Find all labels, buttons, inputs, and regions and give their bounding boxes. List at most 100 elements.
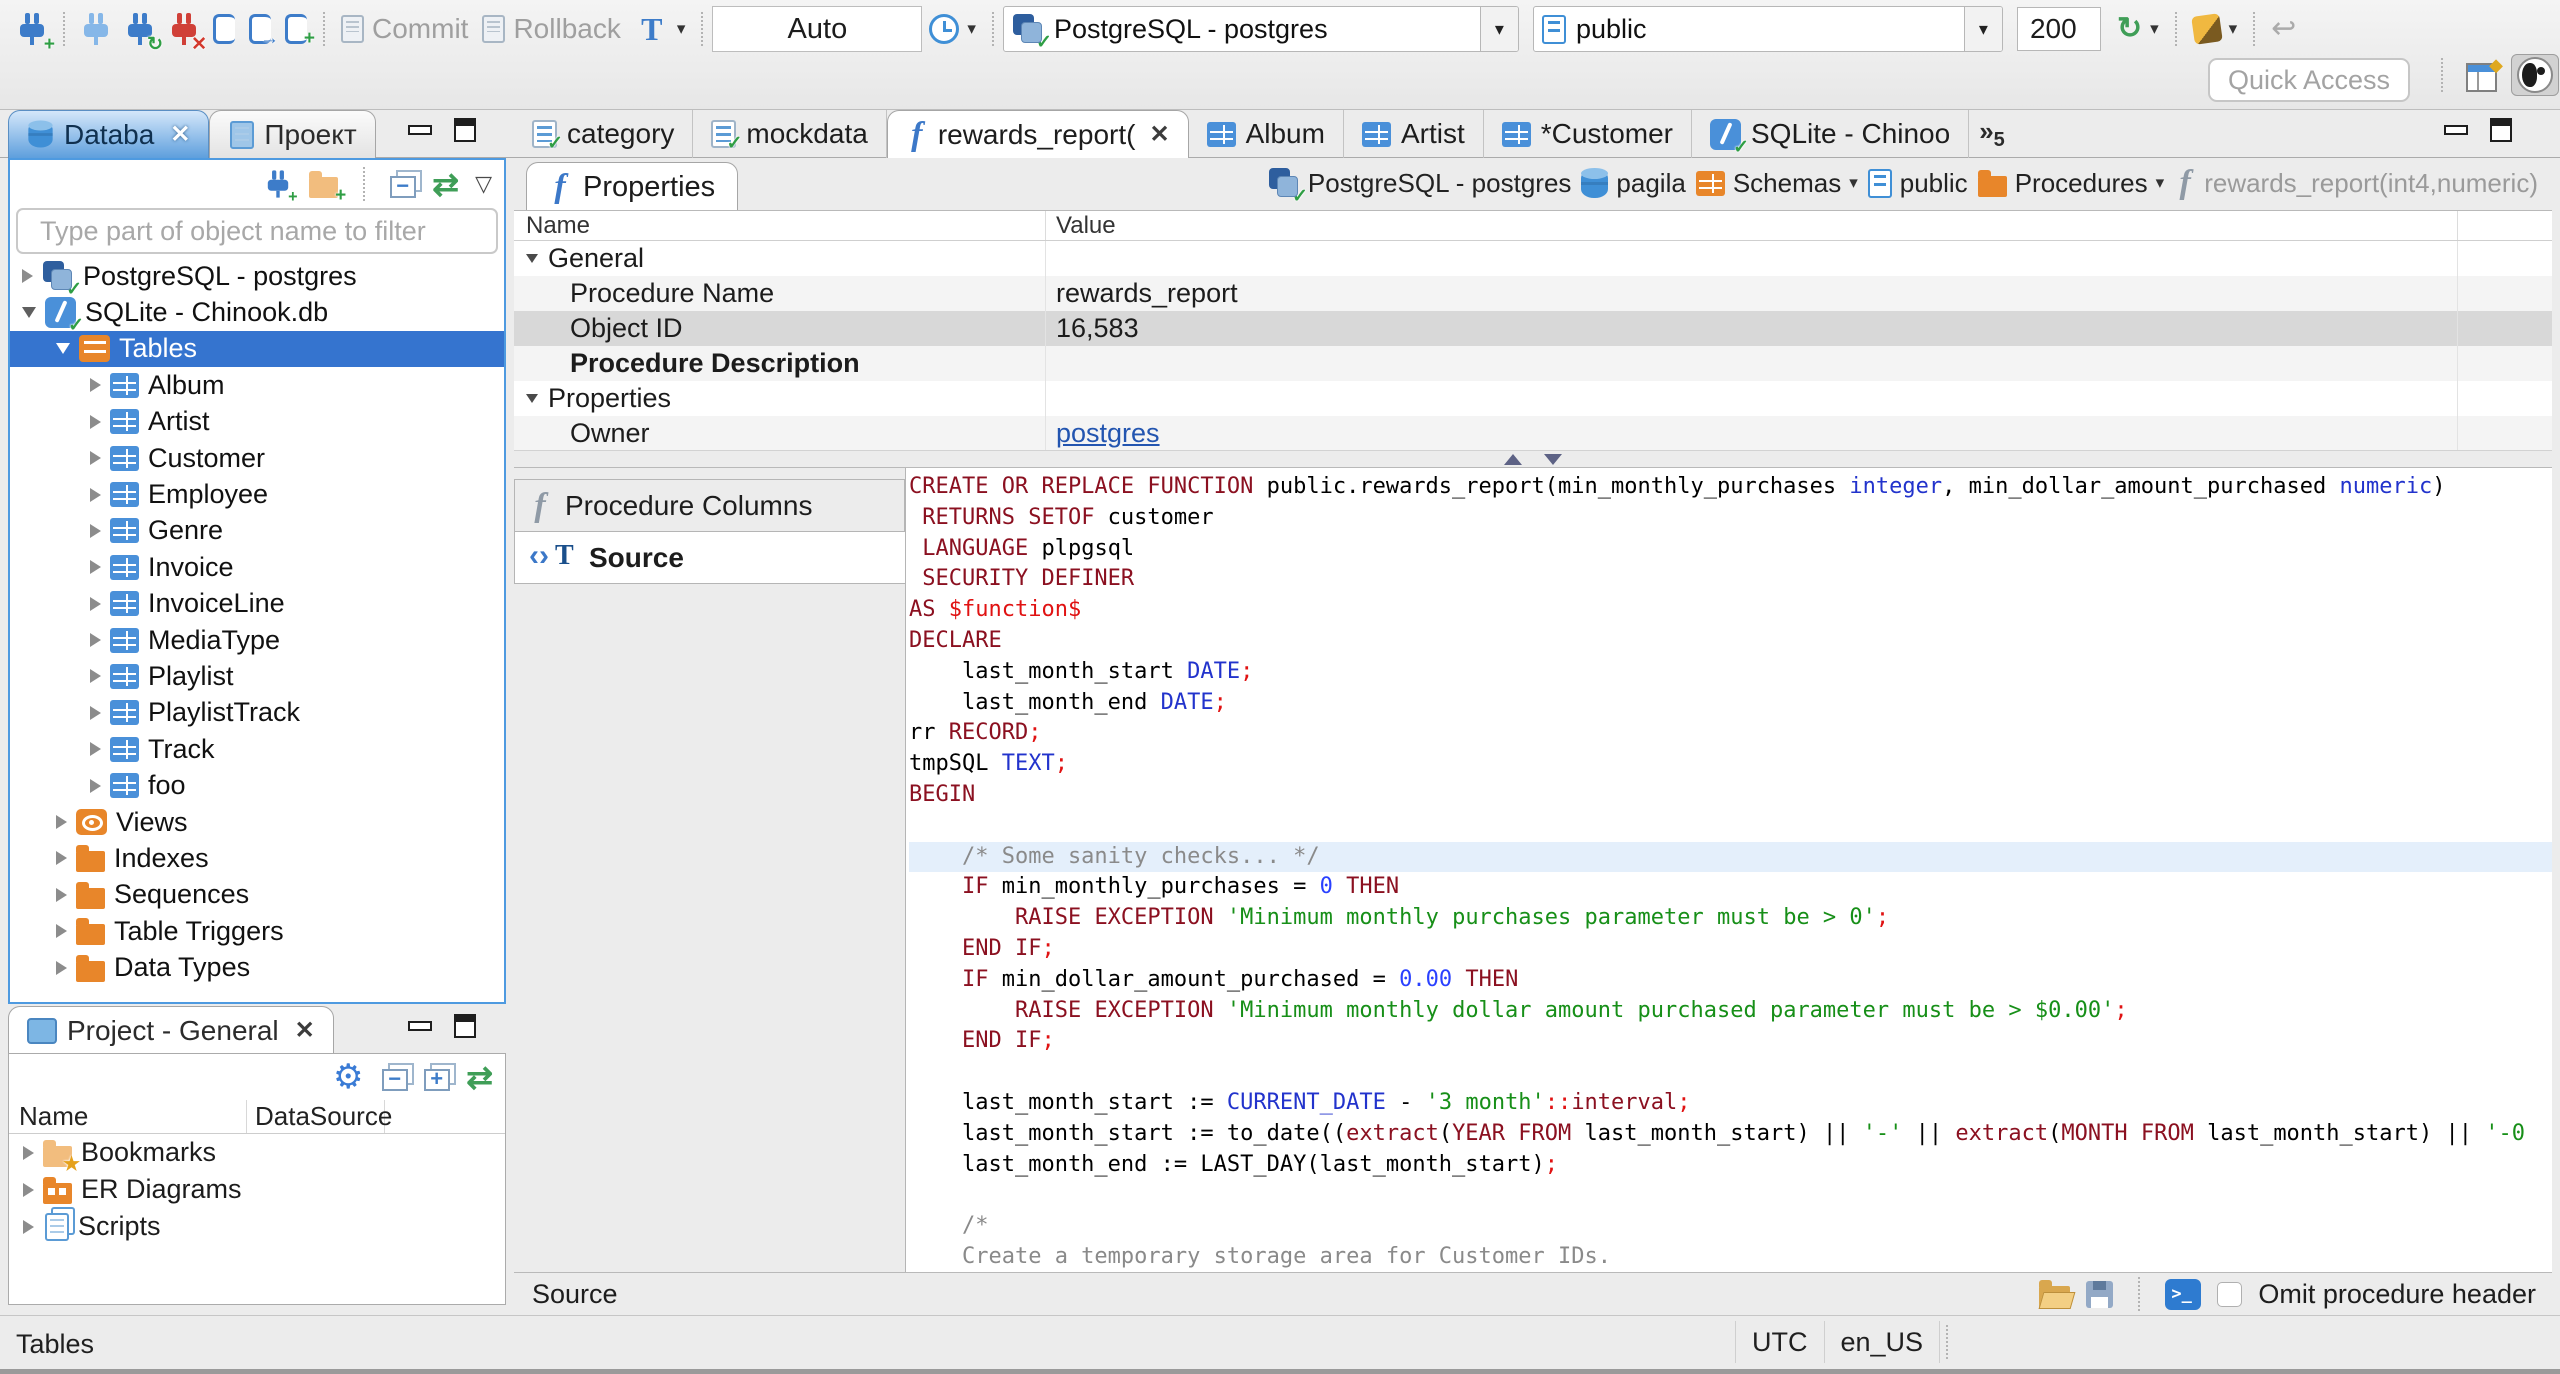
link-with-editor-icon[interactable]: ⇄ (466, 1061, 493, 1093)
tree-item-indexes[interactable]: Indexes (10, 840, 504, 876)
detail-tab-procedure-columns[interactable]: f Procedure Columns (514, 479, 905, 532)
maximize-panel-icon[interactable] (454, 1014, 476, 1038)
expand-all-icon[interactable] (424, 1068, 451, 1091)
expand-up-icon[interactable] (1504, 453, 1522, 465)
editor-tab-mockdata[interactable]: ✓ mockdata (693, 110, 887, 158)
expand-arrow-icon[interactable] (90, 633, 101, 648)
dbeaver-perspective-button[interactable] (2511, 54, 2559, 96)
expand-arrow-icon[interactable] (90, 523, 101, 538)
property-row-owner[interactable]: Owner postgres (514, 416, 2552, 451)
collapse-arrow-icon[interactable] (526, 254, 538, 263)
status-timezone[interactable]: UTC (1735, 1321, 1825, 1363)
quick-access-input[interactable]: Quick Access (2208, 58, 2410, 102)
collapse-arrow-icon[interactable] (56, 343, 70, 355)
property-row-procedure-description[interactable]: Procedure Description (514, 346, 2552, 381)
breadcrumb-public[interactable]: public (1867, 168, 1968, 199)
dropdown-arrow-icon[interactable]: ▾ (1849, 173, 1858, 193)
omit-procedure-header-checkbox[interactable] (2217, 1281, 2243, 1307)
editor-tab-sqlite-chinoo[interactable]: ✓ SQLite - Chinoo (1692, 110, 1970, 158)
active-schema-combo[interactable]: public ▾ (1532, 6, 2003, 52)
tree-item-postgresql-postgres[interactable]: ✓ PostgreSQL - postgres (10, 258, 504, 299)
tree-item-tables[interactable]: Tables (10, 330, 504, 368)
project-item-bookmarks[interactable]: ★ Bookmarks (9, 1134, 505, 1174)
dropdown-arrow-icon[interactable]: ▾ (677, 19, 686, 39)
expand-arrow-icon[interactable] (90, 596, 101, 611)
column-header-name[interactable]: Name (9, 1100, 247, 1133)
expand-arrow-icon[interactable] (90, 487, 101, 502)
tab-database-navigator[interactable]: Databa ✕ (8, 110, 210, 158)
close-icon[interactable]: ✕ (295, 1016, 315, 1045)
editor-tab-customer[interactable]: *Customer (1484, 110, 1692, 158)
connection-combo-arrow[interactable]: ▾ (1479, 7, 1518, 51)
reconnect-button[interactable]: ↻ (125, 11, 163, 54)
rollback-button[interactable]: Rollback (482, 13, 621, 45)
collapse-arrow-icon[interactable] (526, 394, 538, 403)
column-header-value[interactable]: Value (1046, 211, 2458, 240)
expand-arrow-icon[interactable] (90, 451, 101, 466)
open-console-icon[interactable] (2165, 1278, 2202, 1310)
new-sql-editor-button[interactable]: + (285, 14, 315, 48)
property-value-link[interactable]: postgres (1056, 418, 1160, 449)
editor-tab-rewards-report[interactable]: f rewards_report(✕ (886, 110, 1189, 158)
breadcrumb-postgresql-postgres[interactable]: ✓ PostgreSQL - postgres (1268, 167, 1571, 206)
tab-project-general[interactable]: Project - General ✕ (8, 1006, 334, 1054)
gear-icon[interactable]: ⚙ (330, 1060, 366, 1094)
save-source-icon[interactable] (2086, 1280, 2114, 1308)
compare-highlight-button[interactable]: ▾ (2190, 13, 2238, 45)
previous-transactions-button[interactable]: ▾ (929, 14, 976, 44)
splitter-sash[interactable] (514, 450, 2552, 468)
schema-combo-arrow[interactable]: ▾ (1963, 7, 2002, 51)
source-code-viewer[interactable]: CREATE OR REPLACE FUNCTION public.reward… (905, 468, 2552, 1272)
sql-editor-button[interactable] (213, 14, 235, 44)
maximize-panel-icon[interactable] (454, 118, 476, 142)
transaction-log-button[interactable]: T ▾ (635, 12, 686, 46)
project-item-er-diagrams[interactable]: ER Diagrams (9, 1171, 505, 1208)
open-perspective-icon[interactable]: ◆ (2466, 55, 2503, 92)
connect-button[interactable] (81, 11, 111, 47)
breadcrumb-pagila[interactable]: pagila (1581, 167, 1686, 199)
tree-item-sqlite-chinook-db[interactable]: ✓ SQLite - Chinook.db (10, 294, 504, 335)
expand-arrow-icon[interactable] (23, 1219, 34, 1234)
breadcrumb-rewards-report-int4-numeric[interactable]: f rewards_report(int4,numeric) (2174, 166, 2538, 200)
expand-arrow-icon[interactable] (22, 269, 33, 284)
dropdown-arrow-icon[interactable]: ▾ (2229, 19, 2238, 39)
transaction-mode-combo[interactable]: Auto (712, 6, 923, 52)
refresh-button[interactable]: ↻ ▾ (2117, 14, 2159, 44)
new-folder-icon[interactable]: + (309, 171, 346, 205)
tree-item-artist[interactable]: Artist (10, 404, 504, 440)
dropdown-arrow-icon[interactable]: ▾ (2156, 173, 2165, 193)
expand-arrow-icon[interactable] (56, 851, 67, 866)
load-source-icon[interactable] (2039, 1279, 2071, 1309)
minimize-editor-icon[interactable] (2444, 125, 2468, 135)
dropdown-arrow-icon[interactable]: ▾ (967, 19, 976, 39)
tree-item-sequences[interactable]: Sequences (10, 877, 504, 913)
tab-projects[interactable]: Проект (209, 110, 376, 158)
editor-tab-artist[interactable]: Artist (1344, 110, 1484, 158)
project-item-scripts[interactable]: Scripts (9, 1208, 505, 1245)
minimize-panel-icon[interactable] (408, 125, 432, 135)
tree-item-playlist[interactable]: Playlist (10, 658, 504, 694)
tab-overflow-indicator[interactable]: »5 (1969, 116, 2015, 152)
navigator-filter-input[interactable]: Type part of object name to filter (16, 208, 498, 254)
close-icon[interactable]: ✕ (1149, 120, 1169, 149)
tree-item-views[interactable]: Views (10, 804, 504, 840)
active-connection-combo[interactable]: ✓ PostgreSQL - postgres ▾ (1002, 6, 1519, 52)
tree-item-foo[interactable]: foo (10, 767, 504, 803)
close-icon[interactable]: ✕ (170, 120, 190, 149)
expand-arrow-icon[interactable] (23, 1182, 34, 1197)
expand-arrow-icon[interactable] (56, 887, 67, 902)
minimize-panel-icon[interactable] (408, 1021, 432, 1031)
collapse-arrow-icon[interactable] (22, 307, 36, 319)
expand-arrow-icon[interactable] (56, 815, 67, 830)
tree-item-playlisttrack[interactable]: PlaylistTrack (10, 695, 504, 731)
expand-arrow-icon[interactable] (90, 414, 101, 429)
open-sql-script-button[interactable]: → (249, 14, 279, 48)
undo-button[interactable]: ↩ (2271, 14, 2296, 44)
breadcrumb-schemas[interactable]: Schemas ▾ (1695, 168, 1858, 199)
expand-arrow-icon[interactable] (56, 924, 67, 939)
tree-item-album[interactable]: Album (10, 367, 504, 403)
collapse-down-icon[interactable] (1544, 453, 1562, 465)
expand-arrow-icon[interactable] (90, 378, 101, 393)
expand-arrow-icon[interactable] (56, 960, 67, 975)
tree-item-customer[interactable]: Customer (10, 440, 504, 476)
